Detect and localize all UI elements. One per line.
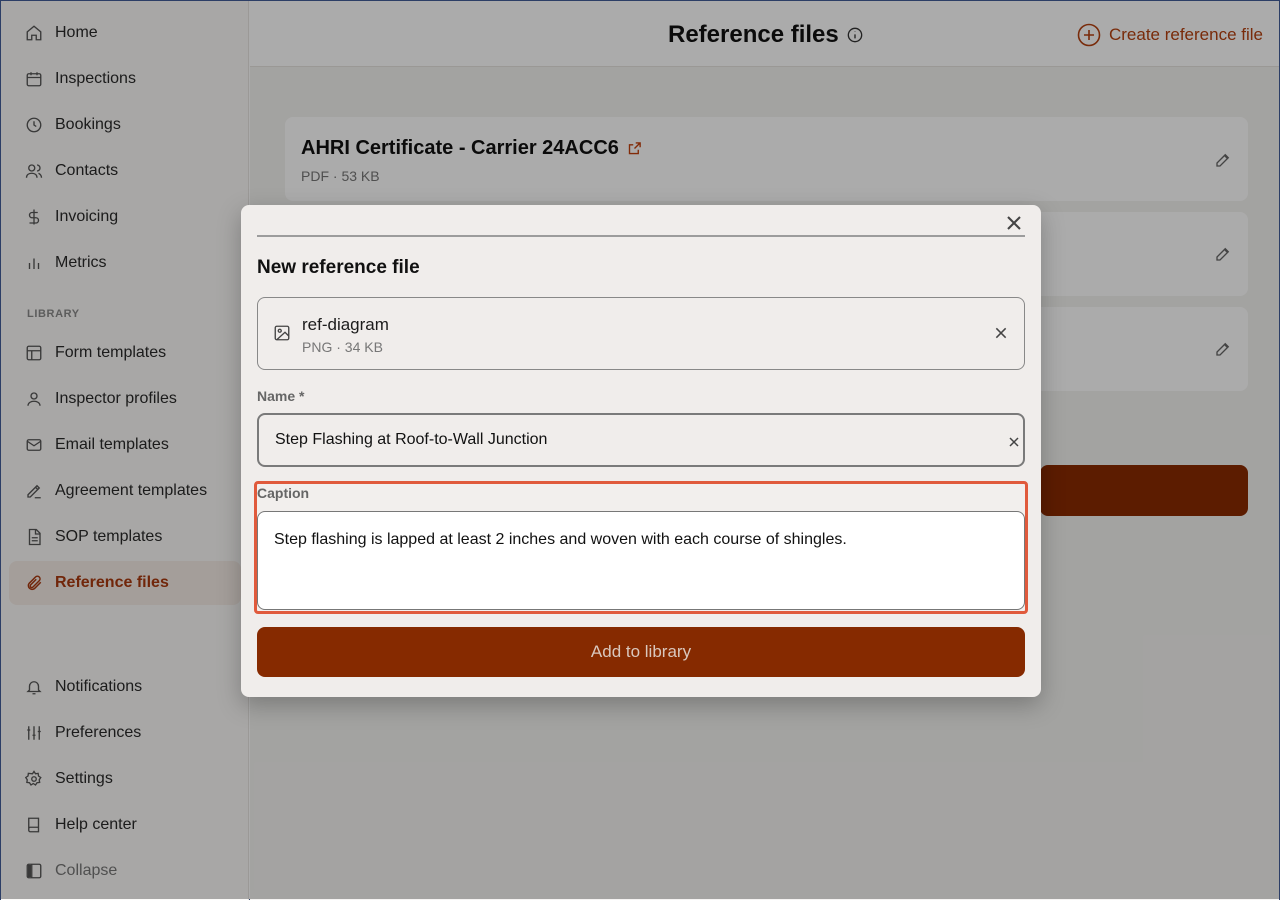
- file-name: ref-diagram: [302, 315, 389, 334]
- remove-file-icon[interactable]: [994, 326, 1008, 340]
- caption-field-label: Caption: [257, 485, 310, 501]
- attached-file: ref-diagram PNG · 34 KB: [257, 297, 1025, 370]
- dialog-divider: [257, 235, 1025, 237]
- add-to-library-button[interactable]: Add to library: [257, 627, 1025, 677]
- close-icon[interactable]: [1005, 214, 1023, 232]
- app-window: Home Inspections Bookings Contacts Invoi…: [0, 0, 1280, 900]
- image-icon: [273, 324, 291, 342]
- name-field-label: Name *: [257, 388, 305, 404]
- dialog-title: New reference file: [257, 257, 420, 278]
- name-field[interactable]: [257, 413, 1025, 467]
- caption-field[interactable]: Step flashing is lapped at least 2 inche…: [257, 511, 1025, 610]
- file-meta: PNG · 34 KB: [302, 339, 383, 355]
- new-reference-file-dialog: New reference file ref-diagram PNG · 34 …: [241, 205, 1041, 697]
- clear-name-icon[interactable]: [1008, 435, 1020, 447]
